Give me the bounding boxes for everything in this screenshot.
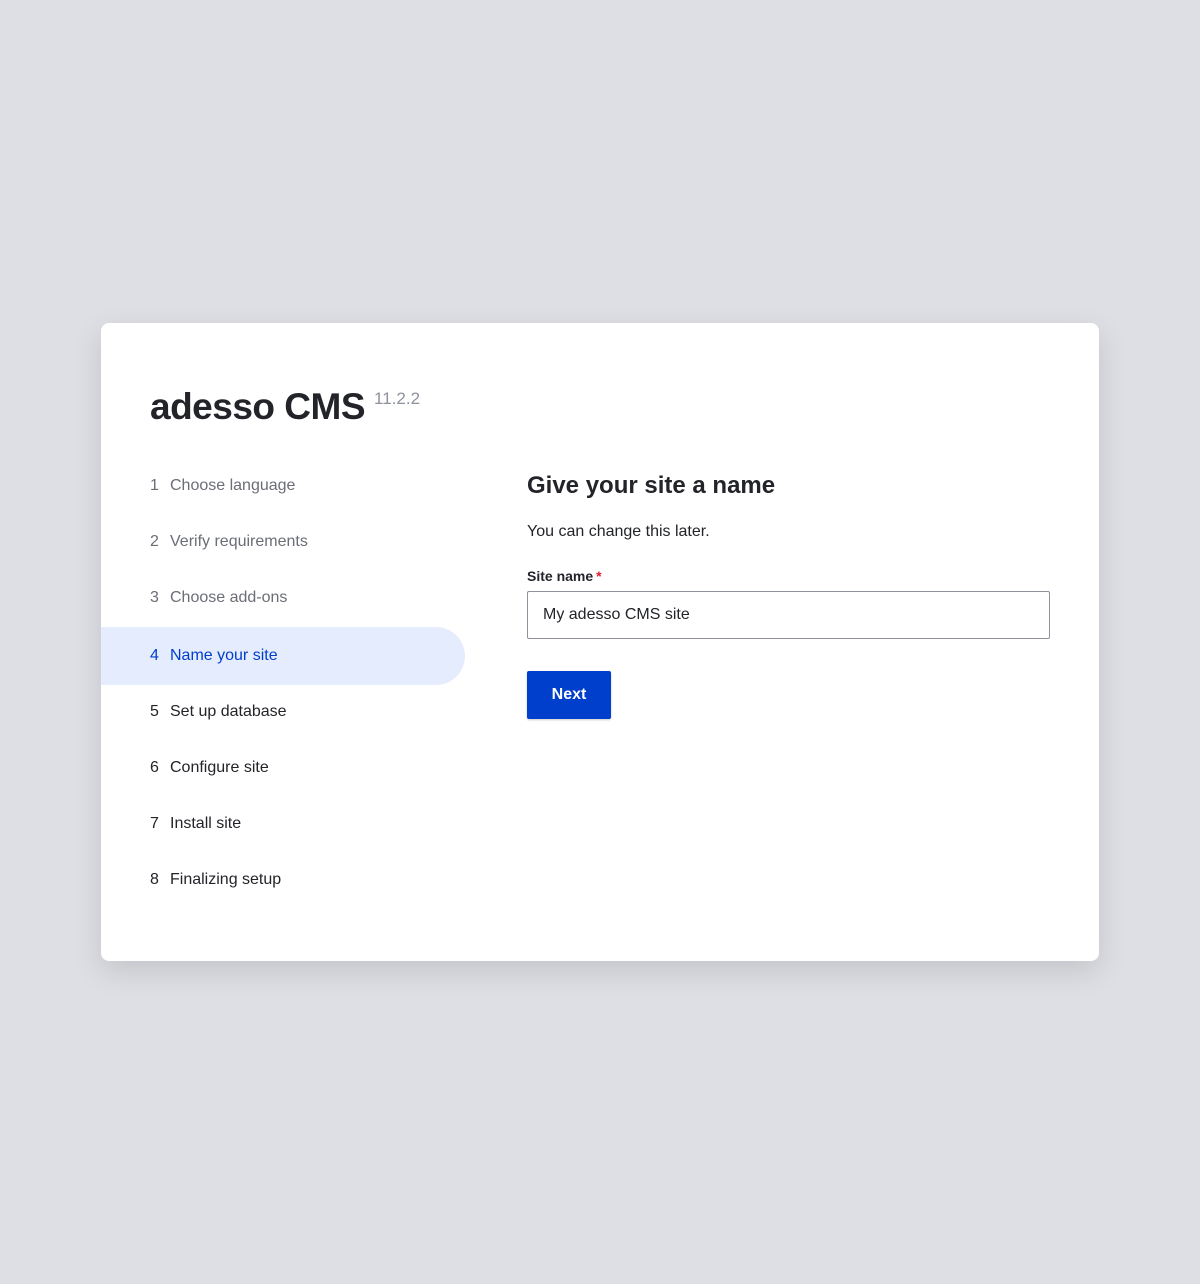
step-label: Install site bbox=[170, 815, 242, 832]
step-label: Verify requirements bbox=[170, 533, 308, 550]
step-number: 5 bbox=[150, 703, 159, 720]
step-choose-language: 1 Choose language bbox=[101, 458, 465, 514]
step-number: 2 bbox=[150, 533, 159, 550]
step-label: Set up database bbox=[170, 703, 287, 720]
installer-card: adesso CMS 11.2.2 1 Choose language 2 Veri… bbox=[101, 323, 1099, 961]
step-choose-add-ons: 3 Choose add-ons bbox=[101, 570, 465, 626]
brand: adesso CMS 11.2.2 bbox=[150, 385, 420, 429]
step-number: 8 bbox=[150, 871, 159, 888]
form-description: You can change this later. bbox=[527, 523, 710, 540]
next-button[interactable]: Next bbox=[527, 671, 611, 719]
step-name-your-site: 4 Name your site bbox=[101, 627, 465, 685]
step-number: 7 bbox=[150, 815, 159, 832]
site-name-label-text: Site name bbox=[527, 568, 594, 584]
step-number: 3 bbox=[150, 589, 159, 606]
step-label: Choose language bbox=[170, 477, 296, 494]
step-finalizing-setup: 8 Finalizing setup bbox=[101, 852, 465, 908]
step-label: Finalizing setup bbox=[170, 871, 282, 888]
step-label: Name your site bbox=[170, 647, 278, 664]
install-steps: 1 Choose language 2 Verify requirements 3C… bbox=[101, 458, 465, 908]
site-name-label: Site name * bbox=[527, 567, 1050, 585]
step-number: 4 bbox=[150, 647, 159, 664]
step-number: 1 bbox=[150, 477, 159, 494]
brand-name: adesso CMS bbox=[150, 386, 366, 427]
site-name-form: Give your site a name You can change thi… bbox=[527, 470, 1050, 719]
step-set-up-database: 5 Set up database bbox=[101, 684, 465, 740]
step-label: Configure site bbox=[170, 759, 269, 776]
site-name-input[interactable] bbox=[527, 591, 1050, 639]
step-label: Choose add-ons bbox=[170, 589, 288, 606]
step-install-site: 7 Install site bbox=[101, 796, 465, 852]
step-verify-requirements: 2 Verify requirements bbox=[101, 514, 465, 570]
step-configure-site: 6 Configure site bbox=[101, 740, 465, 796]
required-marker: * bbox=[596, 568, 602, 584]
version-label: 11.2.2 bbox=[374, 389, 421, 408]
step-number: 6 bbox=[150, 759, 159, 776]
page-title: Give your site a name bbox=[527, 472, 776, 499]
